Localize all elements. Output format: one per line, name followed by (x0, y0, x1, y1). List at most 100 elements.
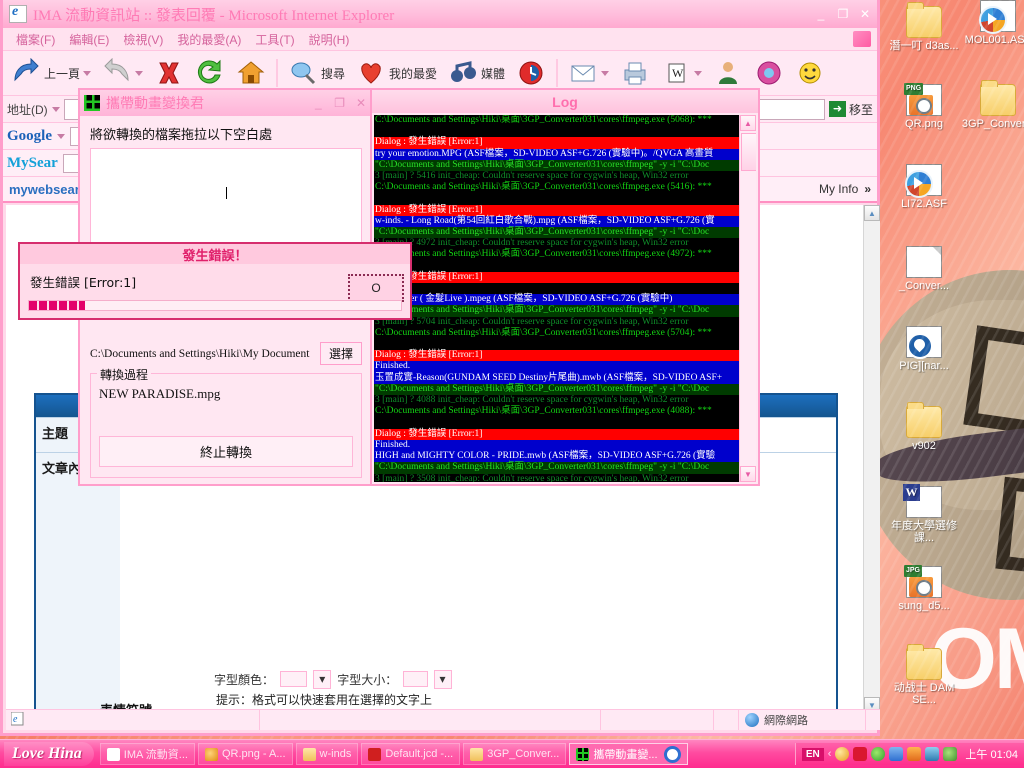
chevron-down-icon[interactable] (83, 71, 91, 76)
start-button[interactable]: Love Hina (4, 742, 94, 766)
messenger-icon (713, 58, 743, 88)
chevron-down-icon[interactable]: ▾ (434, 670, 452, 689)
converter-close-button[interactable]: ✕ (352, 96, 370, 110)
taskbar-item-converter[interactable]: 攜帶動畫變... (569, 743, 687, 765)
taskbar-item-acdsee[interactable]: QR.png - A... (198, 743, 293, 765)
back-button[interactable]: 上一頁 (7, 56, 95, 90)
file-drop-area[interactable] (90, 148, 362, 246)
network-icon[interactable] (889, 747, 903, 761)
error-ok-button[interactable]: O (348, 274, 404, 302)
taskbar-item-ie[interactable]: IMA 流動資... (100, 743, 195, 765)
taskbar-item-3gpconverter[interactable]: 3GP_Conver... (463, 743, 566, 765)
log-titlebar[interactable]: Log (372, 90, 758, 113)
chevron-down-icon[interactable] (52, 107, 60, 112)
menu-item-file[interactable]: 檔案(F) (9, 30, 62, 49)
favorites-button[interactable]: 我的最愛 (352, 56, 441, 90)
search-button[interactable]: 搜尋 (284, 56, 349, 90)
history-button[interactable] (512, 56, 550, 90)
taskbar-item-winds[interactable]: w-inds (296, 743, 359, 765)
desktop-icon-folder-1[interactable]: 潛一叮 d3as... (884, 6, 964, 52)
media-button[interactable]: 媒體 (444, 56, 509, 90)
scroll-up-button[interactable]: ▲ (864, 205, 880, 221)
folder-icon (980, 84, 1016, 116)
toolbar-overflow-icon[interactable]: » (864, 182, 871, 196)
mail-button[interactable] (564, 56, 613, 90)
messenger-button[interactable] (709, 56, 747, 90)
taskbar-item-label: IMA 流動資... (124, 746, 188, 762)
converter-titlebar[interactable]: 攜帶動畫變換君 _ ❐ ✕ (80, 90, 372, 116)
current-file-label: NEW PARADISE.mpg (99, 386, 353, 402)
desktop-icon-qrpng[interactable]: PNG QR.png (884, 84, 964, 130)
antivirus-icon[interactable] (853, 747, 867, 761)
wallpaper-hat-brim (860, 270, 1024, 600)
security-zone[interactable]: 網際網路 (738, 710, 865, 730)
desktop-icon-word-doc[interactable]: W 年度大學選修課... (884, 486, 964, 544)
close-button[interactable]: ✕ (855, 5, 875, 23)
forward-button[interactable] (98, 56, 147, 90)
log-line: Dialog : 發生錯誤 [Error:1] (374, 205, 739, 216)
desktop-icon-li72[interactable]: LI72.ASF (884, 164, 964, 210)
discuss-button[interactable] (750, 56, 788, 90)
log-line (374, 339, 739, 350)
edit-in-word-button[interactable]: W (657, 56, 706, 90)
stop-button[interactable] (150, 56, 188, 90)
chevron-down-icon[interactable]: ▾ (313, 670, 331, 689)
error-dialog-title: 發生錯誤！ (20, 244, 410, 264)
desktop-icon-3gpconverter[interactable]: 3GP_Conver... (958, 84, 1024, 130)
maximize-button[interactable]: ❐ (833, 5, 853, 23)
stop-conversion-button[interactable]: 終止轉換 (99, 436, 353, 467)
shield-orange-icon[interactable] (835, 747, 849, 761)
chevron-down-icon[interactable] (57, 134, 65, 139)
log-scroll-down-button[interactable]: ▼ (740, 466, 756, 482)
discuss-icon (754, 58, 784, 88)
menu-item-help[interactable]: 說明(H) (302, 30, 357, 49)
log-scrollbar-thumb[interactable] (741, 133, 756, 171)
taskbar-clock[interactable]: 上午 01:04 (961, 746, 1018, 762)
go-button[interactable]: ➜ 移至 (829, 101, 873, 118)
font-color-select[interactable] (280, 671, 307, 687)
clover-icon[interactable] (871, 747, 885, 761)
user-icon[interactable] (925, 747, 939, 761)
smiley-button[interactable] (791, 56, 829, 90)
page-scrollbar-vertical[interactable]: ▲ ▼ (863, 205, 880, 713)
globe-icon (745, 713, 759, 727)
print-button[interactable] (616, 56, 654, 90)
refresh-button[interactable] (191, 56, 229, 90)
ie-titlebar[interactable]: IMA 流動資訊站 :: 發表回覆 - Microsoft Internet E… (3, 0, 877, 28)
converter-maximize-button[interactable]: ❐ (331, 96, 349, 110)
select-folder-button[interactable]: 選擇 (320, 342, 362, 365)
log-line: "C:\Documents and Settings\Hiki\桌面\3GP_C… (374, 384, 739, 395)
log-line: C:\Documents and Settings\Hiki\桌面\3GP_Co… (374, 406, 739, 417)
desktop-icon-v902[interactable]: v902 (884, 406, 964, 452)
log-scroll-up-button[interactable]: ▲ (740, 115, 756, 131)
chevron-down-icon[interactable] (601, 71, 609, 76)
log-line (374, 126, 739, 137)
log-line: "C:\Documents and Settings\Hiki\桌面\3GP_C… (374, 305, 739, 316)
log-scrollbar[interactable]: ▲ ▼ (739, 115, 756, 482)
language-indicator[interactable]: EN (802, 748, 824, 761)
desktop-icon-mol001[interactable]: MOL001.ASF (958, 0, 1024, 46)
home-button[interactable] (232, 56, 270, 90)
progress-fill (29, 301, 85, 310)
minimize-button[interactable]: _ (811, 5, 831, 23)
my-info-label[interactable]: My Info (819, 182, 858, 196)
desktop-icon-pig-nar[interactable]: PIG][nar... (884, 326, 964, 372)
flash-icon[interactable] (907, 747, 921, 761)
menu-item-favorites[interactable]: 我的最愛(A) (170, 30, 248, 49)
taskbar-item-defaultjcd[interactable]: Default.jcd -... (361, 743, 460, 765)
chevron-left-icon[interactable]: ‹ (828, 748, 832, 760)
menu-item-view[interactable]: 檢視(V) (116, 30, 170, 49)
desktop-icon-jpg[interactable]: JPG sung_d5... (884, 566, 964, 612)
font-size-select[interactable] (403, 671, 427, 687)
desktop-icon-gundam-folder[interactable]: 动战士 DAM SE... (884, 648, 964, 706)
menu-item-edit[interactable]: 編輯(E) (62, 30, 116, 49)
chevron-down-icon[interactable] (694, 71, 702, 76)
svg-text:W: W (672, 66, 684, 80)
converter-minimize-button[interactable]: _ (309, 96, 327, 110)
wallpaper-hat-mark-left (963, 325, 1024, 434)
menu-item-tools[interactable]: 工具(T) (248, 30, 301, 49)
desktop-icon-converter-doc[interactable]: _Conver... (884, 246, 964, 292)
chevron-down-icon[interactable] (135, 71, 143, 76)
busy-indicator-icon (664, 746, 681, 763)
leaf-icon[interactable] (943, 747, 957, 761)
